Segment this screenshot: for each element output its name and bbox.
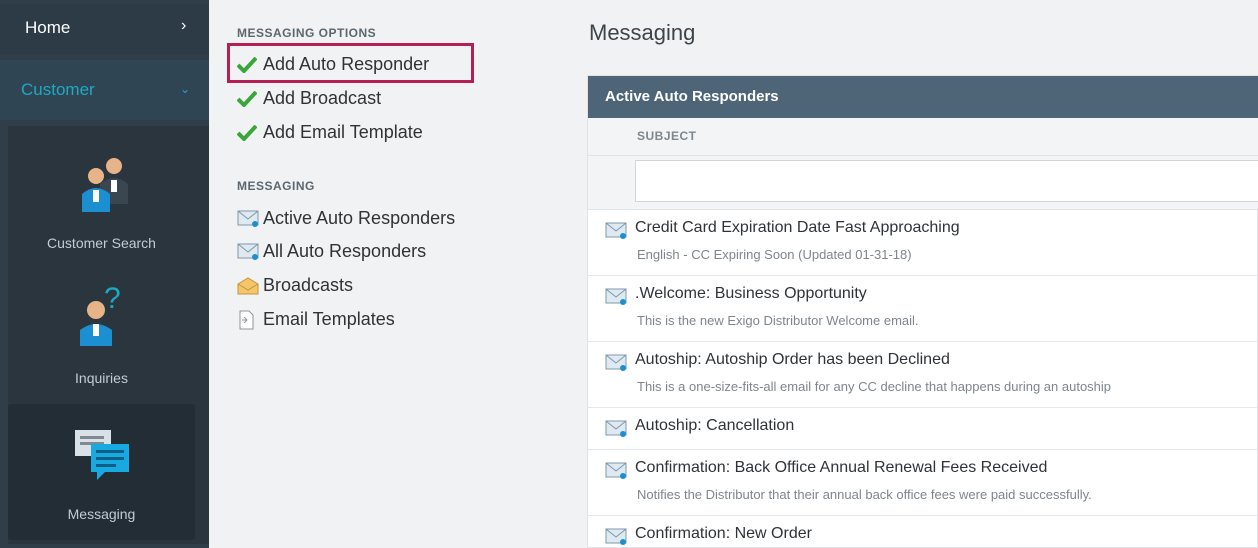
- link-all-auto-responders[interactable]: All Auto Responders: [237, 241, 426, 262]
- chevron-right-icon: ›: [181, 17, 187, 34]
- column-header-subject[interactable]: SUBJECT: [588, 118, 1258, 156]
- tile-inquiries[interactable]: ? Inquiries: [8, 270, 195, 400]
- envelope-icon: [605, 222, 627, 244]
- row-description: This is a one-size-fits-all email for an…: [637, 379, 1112, 394]
- row-subject: Credit Card Expiration Date Fast Approac…: [635, 219, 960, 236]
- panel-title: Active Auto Responders: [588, 76, 1258, 118]
- messaging-options-title: MESSAGING OPTIONS: [237, 26, 377, 40]
- messaging-title: MESSAGING: [237, 179, 315, 193]
- document-icon: [237, 310, 263, 330]
- envelope-icon: [605, 354, 627, 376]
- row-subject: .Welcome: Business Opportunity: [635, 285, 867, 302]
- table-row[interactable]: Confirmation: New Order: [588, 516, 1258, 548]
- link-label: All Auto Responders: [263, 241, 427, 261]
- envelope-icon: [605, 420, 627, 442]
- nav-customer-label: Customer: [21, 80, 95, 99]
- row-subject: Confirmation: Back Office Annual Renewal…: [635, 459, 1048, 476]
- svg-text:?: ?: [104, 282, 121, 315]
- nav-home-label: Home: [25, 18, 71, 37]
- messaging-icon: [8, 428, 195, 480]
- open-envelope-icon: [237, 276, 263, 295]
- checkmark-icon: [237, 124, 263, 141]
- checkmark-icon: [237, 90, 263, 107]
- option-add-broadcast[interactable]: Add Broadcast: [237, 88, 381, 109]
- main-content: Messaging Active Auto Responders SUBJECT…: [565, 0, 1258, 548]
- row-subject: Autoship: Cancellation: [635, 417, 795, 434]
- row-description: Notifies the Distributor that their annu…: [637, 487, 1092, 502]
- messaging-options-panel: MESSAGING OPTIONS Add Auto Responder Add…: [209, 0, 565, 548]
- table-row[interactable]: Autoship: Autoship Order has been Declin…: [588, 342, 1258, 408]
- column-label: SUBJECT: [637, 129, 697, 143]
- option-add-email-template[interactable]: Add Email Template: [237, 122, 423, 143]
- link-email-templates[interactable]: Email Templates: [237, 309, 395, 330]
- envelope-icon: [605, 528, 627, 548]
- page-title: Messaging: [589, 20, 696, 45]
- table-row[interactable]: Autoship: Cancellation: [588, 408, 1258, 450]
- envelope-icon: [605, 288, 627, 310]
- link-label: Active Auto Responders: [263, 208, 456, 228]
- table-row[interactable]: .Welcome: Business Opportunity This is t…: [588, 276, 1258, 342]
- option-label: Add Email Template: [263, 122, 423, 142]
- envelope-icon: [237, 243, 263, 260]
- subject-filter-input[interactable]: [635, 160, 1258, 202]
- link-broadcasts[interactable]: Broadcasts: [237, 275, 353, 296]
- nav-home[interactable]: Home ›: [0, 4, 209, 54]
- row-description: English - CC Expiring Soon (Updated 01-3…: [637, 247, 912, 262]
- option-label: Add Auto Responder: [263, 54, 430, 74]
- option-label: Add Broadcast: [263, 88, 382, 108]
- tile-label: Messaging: [67, 506, 136, 522]
- row-description: This is the new Exigo Distributor Welcom…: [637, 313, 919, 328]
- option-add-auto-responder[interactable]: Add Auto Responder: [237, 54, 429, 75]
- tile-label: Inquiries: [75, 370, 128, 386]
- link-label: Broadcasts: [263, 275, 354, 295]
- checkmark-icon: [237, 56, 263, 73]
- tile-customer-search[interactable]: Customer Search: [8, 140, 195, 268]
- auto-responders-panel: Active Auto Responders SUBJECT Credit Ca…: [587, 75, 1258, 548]
- table-row[interactable]: Credit Card Expiration Date Fast Approac…: [588, 210, 1258, 276]
- table-row[interactable]: Confirmation: Back Office Annual Renewal…: [588, 450, 1258, 516]
- filter-row: [588, 156, 1258, 210]
- inquiries-icon: ?: [8, 282, 195, 346]
- link-label: Email Templates: [263, 309, 395, 329]
- customer-search-icon: [8, 154, 195, 212]
- tile-label: Customer Search: [47, 235, 156, 251]
- nav-customer[interactable]: Customer ⌄: [0, 60, 209, 120]
- tile-messaging[interactable]: Messaging: [8, 404, 195, 540]
- chevron-down-icon: ⌄: [180, 82, 191, 96]
- row-subject: Confirmation: New Order: [635, 525, 812, 542]
- left-nav: Home › Customer ⌄ Customer Search ? Inqu…: [0, 0, 209, 548]
- link-active-auto-responders[interactable]: Active Auto Responders: [237, 208, 455, 229]
- envelope-icon: [237, 210, 263, 227]
- app-window: Home › Customer ⌄ Customer Search ? Inqu…: [0, 0, 1258, 548]
- envelope-icon: [605, 462, 627, 484]
- row-subject: Autoship: Autoship Order has been Declin…: [635, 351, 950, 368]
